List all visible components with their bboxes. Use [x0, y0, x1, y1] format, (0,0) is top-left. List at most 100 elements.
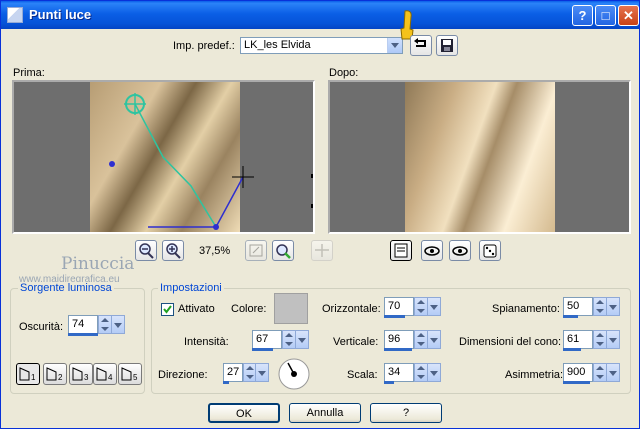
vertical-dropdown[interactable] [427, 330, 441, 349]
horizontal-field[interactable]: 70 [384, 297, 414, 316]
darkness-label: Oscurità: [19, 321, 64, 333]
darkness-updown[interactable] [98, 315, 112, 334]
scale-dropdown[interactable] [427, 363, 441, 382]
scale-spinner[interactable]: 34 [384, 363, 441, 384]
horizontal-bar [384, 315, 405, 318]
asymmetry-field[interactable]: 900 [563, 363, 593, 382]
asymmetry-updown[interactable] [593, 363, 607, 382]
cone-size-field[interactable]: 61 [563, 330, 593, 349]
close-button[interactable]: ✕ [618, 5, 639, 26]
light-5-button[interactable]: 5 [118, 363, 142, 385]
direction-value: 27 [227, 366, 240, 378]
reset-preset-button[interactable] [410, 35, 432, 56]
horizontal-updown[interactable] [414, 297, 428, 316]
dice-icon [483, 244, 497, 258]
horizontal-label: Orizzontale: [322, 303, 381, 315]
color-label: Colore: [231, 303, 267, 315]
direction-spinner[interactable]: 27 [223, 363, 269, 384]
save-preset-button[interactable] [436, 35, 458, 56]
light-4-button[interactable]: 4 [93, 363, 117, 385]
preset-value: LK_les Elvida [244, 39, 311, 51]
light-4-label: 4 [108, 373, 113, 382]
vertical-spinner[interactable]: 96 [384, 330, 441, 351]
title-bar[interactable]: Punti luce ? □ ✕ [1, 1, 639, 29]
horizontal-spinner[interactable]: 70 [384, 297, 441, 318]
light-3-label: 3 [84, 373, 89, 382]
darkness-spinner[interactable]: 74 [68, 315, 125, 336]
preview-toggle-button[interactable] [390, 240, 412, 261]
enabled-label: Attivato [178, 303, 215, 315]
direction-dial[interactable] [277, 357, 311, 391]
flatness-updown[interactable] [593, 297, 607, 316]
help-title-button[interactable]: ? [572, 5, 593, 26]
asymmetry-dropdown[interactable] [606, 363, 620, 382]
light-1-button[interactable]: 1 [16, 363, 40, 385]
flatness-bar [563, 315, 578, 318]
before-preview[interactable] [12, 80, 315, 234]
app-icon [7, 7, 23, 23]
zoom-in-button[interactable] [162, 240, 184, 261]
intensity-bar [252, 348, 273, 351]
zoom-in-icon [166, 243, 181, 259]
direction-field[interactable]: 27 [223, 363, 243, 382]
vertical-label: Verticale: [333, 336, 379, 348]
zoom-actual-button[interactable] [272, 240, 294, 261]
watermark-name: Pinuccia [61, 254, 135, 274]
intensity-value: 67 [256, 333, 269, 345]
fit-window-button[interactable] [245, 240, 267, 261]
eye-icon [424, 246, 440, 256]
intensity-dropdown[interactable] [295, 330, 309, 349]
spotlight-icon [96, 367, 107, 381]
cone-size-spinner[interactable]: 61 [563, 330, 620, 351]
asymmetry-spinner[interactable]: 900 [563, 363, 620, 384]
light-source-title: Sorgente luminosa [18, 282, 114, 294]
spotlight-icon [121, 367, 132, 381]
zoom-out-button[interactable] [135, 240, 157, 261]
intensity-spinner[interactable]: 67 [252, 330, 309, 351]
enabled-checkbox[interactable] [161, 303, 174, 316]
flatness-field[interactable]: 50 [563, 297, 593, 316]
light-3-button[interactable]: 3 [69, 363, 93, 385]
flatness-value: 50 [567, 300, 580, 312]
vertical-field[interactable]: 96 [384, 330, 414, 349]
scale-value: 34 [388, 366, 401, 378]
scale-field[interactable]: 34 [384, 363, 414, 382]
intensity-updown[interactable] [282, 330, 296, 349]
light-5-label: 5 [133, 373, 138, 382]
darkness-field[interactable]: 74 [68, 315, 98, 334]
cone-size-bar [563, 348, 581, 351]
intensity-field[interactable]: 67 [252, 330, 282, 349]
spotlight-icon [46, 367, 57, 381]
help-button[interactable]: ? [370, 403, 442, 423]
maximize-button[interactable]: □ [595, 5, 616, 26]
scale-updown[interactable] [414, 363, 428, 382]
horizontal-dropdown[interactable] [427, 297, 441, 316]
after-preview [328, 80, 631, 234]
scale-bar [384, 381, 394, 384]
checkmark-icon [163, 305, 172, 314]
move-icon [315, 244, 329, 257]
cancel-button[interactable]: Annulla [289, 403, 361, 423]
darkness-dropdown[interactable] [111, 315, 125, 334]
light-2-button[interactable]: 2 [43, 363, 67, 385]
color-swatch[interactable] [274, 293, 308, 324]
randomize-button[interactable] [479, 240, 501, 261]
cone-size-updown[interactable] [593, 330, 607, 349]
ok-button[interactable]: OK [208, 403, 280, 423]
auto-proof-button[interactable] [449, 240, 471, 261]
vertical-updown[interactable] [414, 330, 428, 349]
vertical-value: 96 [388, 333, 401, 345]
window-title: Punti luce [29, 7, 92, 22]
flatness-dropdown[interactable] [606, 297, 620, 316]
spotlight-icon [19, 367, 30, 381]
spotlight-icon [72, 367, 83, 381]
zoom-level: 37,5% [199, 245, 231, 257]
pan-button[interactable] [311, 240, 333, 261]
preset-dropdown[interactable]: LK_les Elvida [240, 37, 403, 54]
proof-button[interactable] [421, 240, 443, 261]
asymmetry-value: 900 [567, 366, 586, 378]
flatness-spinner[interactable]: 50 [563, 297, 620, 318]
direction-dropdown[interactable] [255, 363, 269, 382]
cone-size-dropdown[interactable] [606, 330, 620, 349]
light-overlay [109, 93, 313, 230]
